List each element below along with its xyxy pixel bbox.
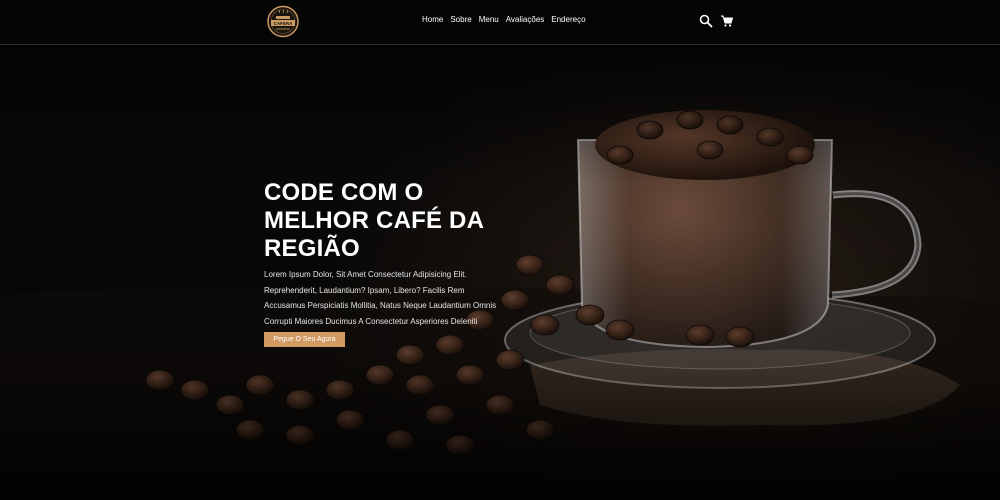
logo[interactable]: CAFERA bbox=[264, 5, 302, 38]
nav-sobre[interactable]: Sobre bbox=[450, 15, 471, 24]
logo-badge-icon: CAFERA bbox=[267, 5, 299, 38]
cart-icon[interactable] bbox=[720, 14, 734, 28]
hero-section: CODE COM O MELHOR CAFÉ DA REGIÃO Lorem I… bbox=[0, 45, 1000, 500]
cta-button[interactable]: Pegue O Seu Agora bbox=[264, 332, 345, 347]
logo-text: CAFERA bbox=[274, 21, 293, 26]
nav-home[interactable]: Home bbox=[422, 15, 443, 24]
nav-avaliacoes[interactable]: Avaliações bbox=[506, 15, 545, 24]
hero-title: CODE COM O MELHOR CAFÉ DA REGIÃO bbox=[264, 179, 484, 262]
search-icon[interactable] bbox=[699, 14, 713, 28]
nav-menu[interactable]: Menu bbox=[479, 15, 499, 24]
nav-endereco[interactable]: Endereço bbox=[551, 15, 585, 24]
main-nav: Home Sobre Menu Avaliações Endereço bbox=[422, 15, 593, 24]
site-header: CAFERA Home Sobre Menu Avaliações Endere… bbox=[0, 0, 1000, 45]
